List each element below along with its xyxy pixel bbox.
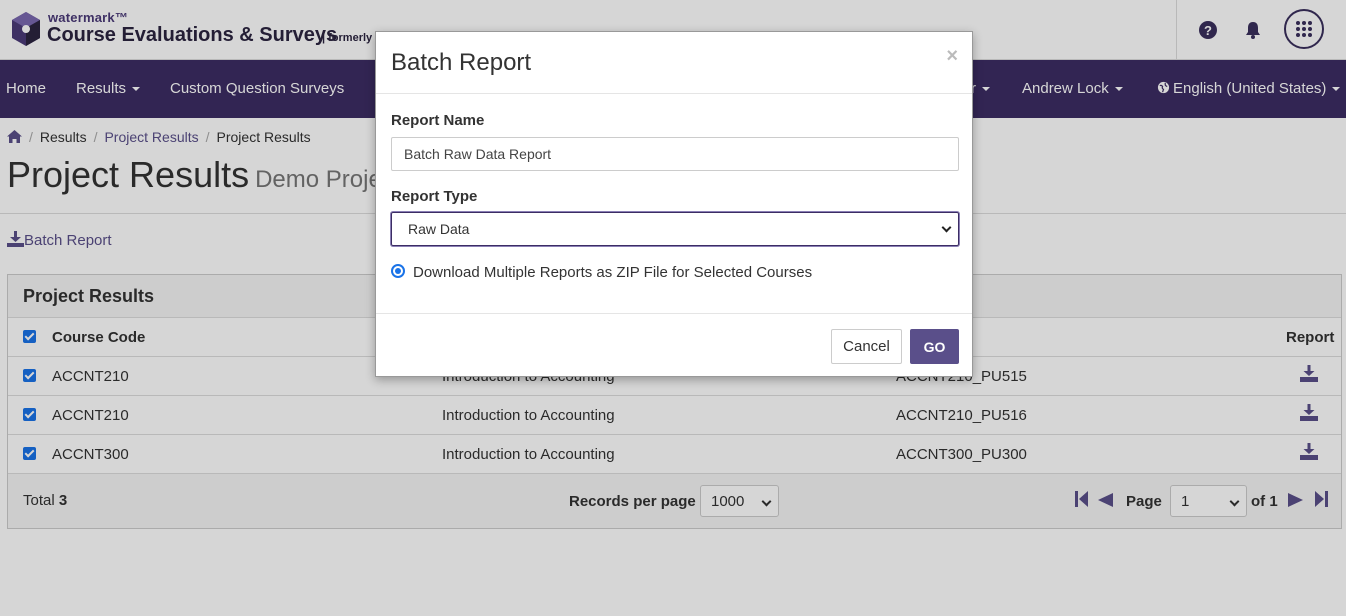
report-type-label: Report Type	[391, 188, 478, 205]
go-button[interactable]: GO	[910, 329, 959, 364]
report-type-value: Raw Data	[408, 221, 470, 237]
modal-header: Batch Report ×	[376, 32, 972, 94]
close-icon[interactable]: ×	[946, 45, 958, 68]
modal-title: Batch Report	[391, 49, 532, 76]
report-name-input[interactable]	[391, 137, 959, 171]
chevron-down-icon	[941, 222, 952, 233]
zip-download-radio[interactable]	[391, 264, 405, 278]
modal-footer: Cancel GO	[376, 313, 972, 377]
batch-report-modal: Batch Report × Report Name Report Type R…	[375, 31, 973, 377]
zip-download-radio-label[interactable]: Download Multiple Reports as ZIP File fo…	[413, 264, 812, 281]
report-type-select[interactable]: Raw Data	[391, 212, 959, 246]
cancel-button[interactable]: Cancel	[831, 329, 902, 364]
report-name-label: Report Name	[391, 112, 485, 129]
